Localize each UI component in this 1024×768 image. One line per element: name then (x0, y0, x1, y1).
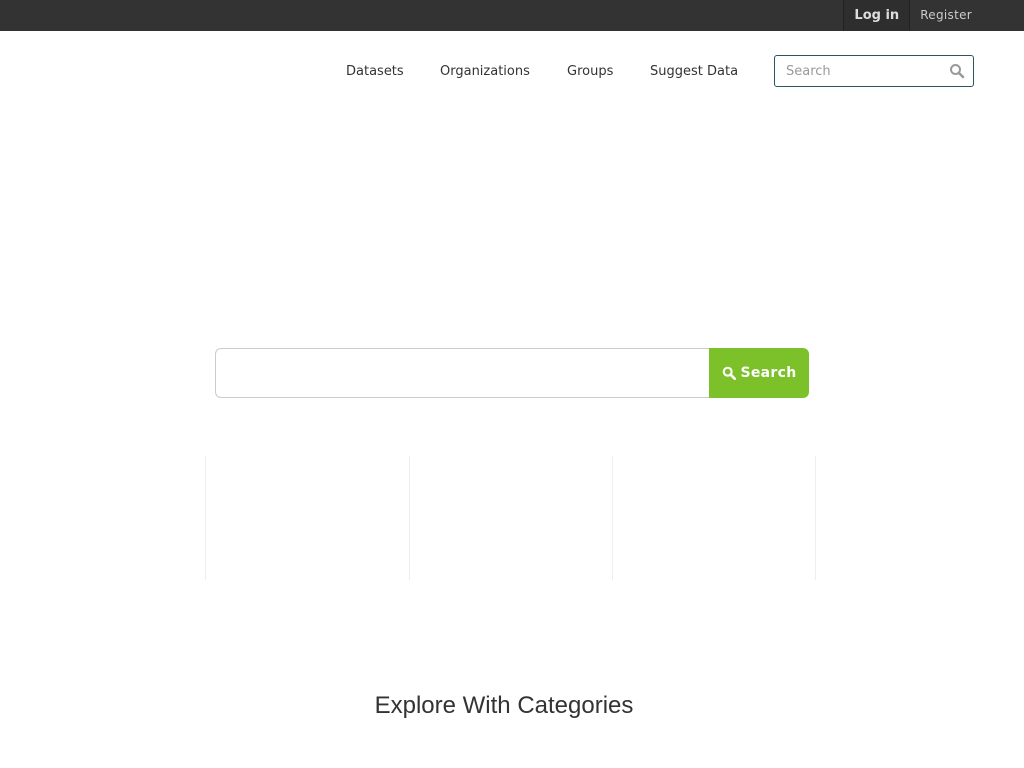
categories-heading: Explore With Categories (374, 692, 634, 719)
hero-search-button-label: Search (740, 365, 797, 381)
header-search-button[interactable] (949, 63, 965, 79)
main-navigation: Datasets Organizations Groups Suggest Da… (0, 31, 1024, 111)
stat-column (409, 456, 613, 580)
login-link[interactable]: Log in (843, 0, 911, 31)
hero-search-form: Search (215, 348, 809, 398)
nav-item-groups[interactable]: Groups (567, 64, 613, 79)
stat-column (205, 456, 409, 580)
header-search-input[interactable] (775, 56, 945, 86)
search-icon (950, 64, 965, 79)
search-icon (722, 366, 736, 380)
nav-item-suggest-data[interactable]: Suggest Data (650, 64, 738, 79)
account-masthead: Log in Register (0, 0, 1024, 31)
stat-column (612, 456, 816, 580)
header-search-form (774, 55, 974, 87)
stats-section (205, 456, 818, 580)
hero-search-input[interactable] (215, 348, 711, 398)
nav-item-organizations[interactable]: Organizations (440, 64, 530, 79)
register-link[interactable]: Register (910, 0, 1024, 31)
hero-search-button[interactable]: Search (709, 348, 809, 398)
account-links: Log in Register (843, 0, 1024, 31)
nav-item-datasets[interactable]: Datasets (346, 64, 404, 79)
